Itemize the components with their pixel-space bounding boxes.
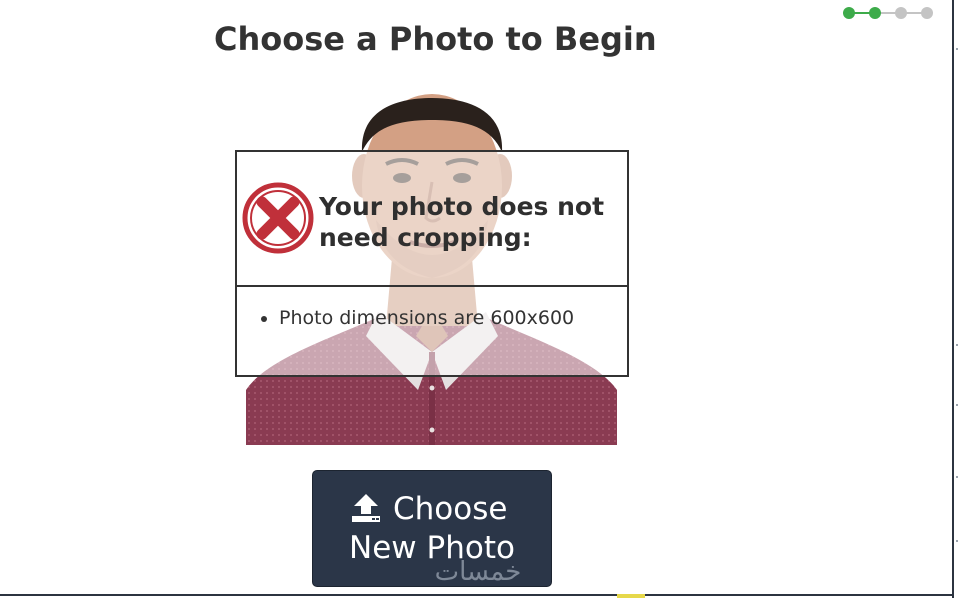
- page-title: Choose a Photo to Begin: [214, 20, 657, 58]
- crop-message-box: Your photo does not need cropping: Photo…: [235, 150, 629, 377]
- step-dot-3: [895, 7, 907, 19]
- step-dot-1: [843, 7, 855, 19]
- bottom-accent: [617, 594, 645, 598]
- message-list: Photo dimensions are 600x600: [237, 306, 627, 330]
- red-x-circle-icon: [242, 182, 314, 254]
- message-list-item: Photo dimensions are 600x600: [279, 306, 627, 330]
- step-dot-2: [869, 7, 881, 19]
- step-dot-4: [921, 7, 933, 19]
- svg-text:خمسات: خمسات: [435, 557, 522, 587]
- step-progress: [843, 6, 935, 20]
- upload-icon: [352, 494, 380, 522]
- page: Choose a Photo to Begin Your photo does …: [0, 0, 958, 598]
- button-label-line1: Choose: [393, 491, 508, 527]
- message-header: Your photo does not need cropping:: [237, 152, 627, 287]
- message-heading: Your photo does not need cropping:: [319, 192, 605, 252]
- right-edge-panel: [952, 0, 958, 598]
- bottom-border: [0, 594, 952, 596]
- watermark-logo: خمسات: [435, 557, 522, 587]
